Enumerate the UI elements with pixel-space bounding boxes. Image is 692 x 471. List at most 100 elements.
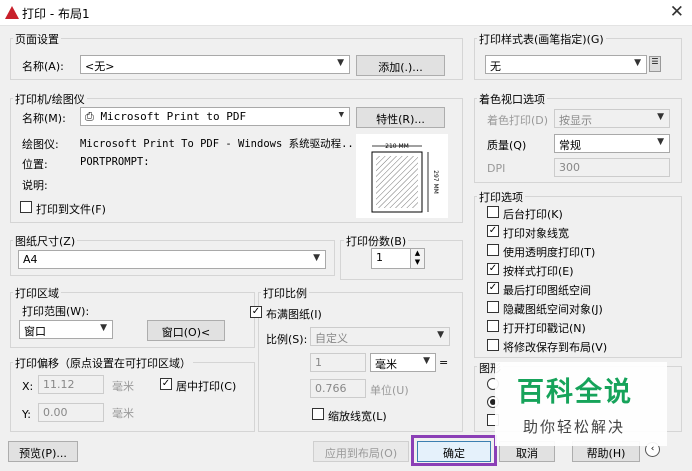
printer-icon: ⎙ bbox=[85, 110, 94, 123]
watermark-overlay: 百科全说 助你轻松解决 bbox=[495, 362, 667, 446]
autocad-app-icon bbox=[5, 6, 19, 19]
printer-name-label: 名称(M): bbox=[22, 112, 66, 125]
plot-option-checkbox[interactable] bbox=[487, 301, 499, 313]
print-range-select[interactable]: 窗口 ▼ bbox=[19, 320, 113, 339]
printer-properties-button[interactable]: 特性(R)... bbox=[356, 107, 445, 128]
plot-option-label: 使用透明度打印(T) bbox=[503, 246, 596, 259]
scale-value2-input[interactable]: 0.766 bbox=[310, 379, 366, 398]
plot-option-label: 打开打印戳记(N) bbox=[503, 322, 586, 335]
plot-option-label: 最后打印图纸空间 bbox=[503, 284, 591, 297]
location-label: 位置: bbox=[22, 158, 48, 171]
scale-lineweights-checkbox[interactable] bbox=[312, 408, 324, 420]
scale-label: 比例(S): bbox=[266, 333, 308, 346]
plot-option-checkbox[interactable] bbox=[487, 320, 499, 332]
print-area-label: 打印区域 bbox=[13, 285, 61, 301]
preview-width-label: 210 MM bbox=[385, 143, 409, 150]
center-plot-checkbox[interactable]: ✓ bbox=[160, 378, 172, 390]
plot-option-checkbox[interactable]: ✓ bbox=[487, 263, 499, 275]
printer-name-select[interactable]: ⎙ Microsoft Print to PDF ▼ bbox=[80, 107, 350, 126]
printer-name-value: Microsoft Print to PDF bbox=[100, 110, 247, 123]
scale-unit2-label: 单位(U) bbox=[370, 384, 409, 397]
close-icon[interactable]: ✕ bbox=[670, 2, 684, 22]
plot-option-label: 打印对象线宽 bbox=[503, 227, 569, 240]
ok-button-highlight bbox=[411, 435, 497, 466]
chevron-down-icon: ▼ bbox=[338, 110, 344, 120]
offset-x-input[interactable]: 11.12 bbox=[38, 375, 104, 394]
plot-style-select[interactable]: 无 ▼ bbox=[485, 55, 647, 74]
print-range-label: 打印范围(W): bbox=[22, 305, 90, 318]
shade-plot-select[interactable]: 按显示 ▼ bbox=[554, 109, 670, 128]
offset-x-unit: 毫米 bbox=[112, 380, 134, 393]
chevron-down-icon: ▼ bbox=[423, 356, 430, 366]
plot-style-value: 无 bbox=[490, 60, 501, 73]
scale-lineweights-label: 缩放线宽(L) bbox=[328, 410, 387, 423]
page-setup-name-select[interactable]: <无> ▼ bbox=[80, 55, 350, 74]
plot-style-label: 打印样式表(画笔指定)(G) bbox=[477, 31, 606, 47]
preview-height-label: 297 MM bbox=[432, 170, 439, 194]
scale-select[interactable]: 自定义 ▼ bbox=[310, 327, 450, 346]
print-to-file-checkbox[interactable] bbox=[20, 201, 32, 213]
chevron-down-icon: ▼ bbox=[337, 58, 344, 68]
preview-button[interactable]: 预览(P)... bbox=[8, 441, 78, 462]
page-setup-label: 页面设置 bbox=[13, 31, 61, 47]
quality-label: 质量(Q) bbox=[487, 139, 527, 152]
chevron-down-icon: ▼ bbox=[100, 323, 107, 333]
dpi-input[interactable]: 300 bbox=[554, 158, 670, 177]
scale-value1-input[interactable]: 1 bbox=[310, 353, 366, 372]
printer-group-label: 打印机/绘图仪 bbox=[13, 91, 87, 107]
print-to-file-label: 打印到文件(F) bbox=[36, 203, 106, 216]
scale-group-label: 打印比例 bbox=[261, 285, 309, 301]
offset-y-label: Y: bbox=[22, 408, 31, 421]
chevron-down-icon: ▼ bbox=[657, 137, 664, 147]
fit-to-paper-label: 布满图纸(I) bbox=[266, 308, 322, 321]
window-title: 打印 - 布局1 bbox=[22, 7, 90, 21]
copies-input[interactable]: 1 bbox=[371, 248, 411, 269]
page-setup-name-value: <无> bbox=[85, 60, 115, 73]
page-setup-name-label: 名称(A): bbox=[22, 60, 64, 73]
chevron-down-icon: ▼ bbox=[657, 112, 664, 122]
description-label: 说明: bbox=[22, 179, 48, 192]
copies-label: 打印份数(B) bbox=[344, 233, 409, 249]
add-page-setup-button[interactable]: 添加(.)... bbox=[356, 55, 445, 76]
offset-y-unit: 毫米 bbox=[112, 407, 134, 420]
paper-preview: 210 MM 297 MM bbox=[356, 134, 448, 218]
offset-y-input[interactable]: 0.00 bbox=[38, 403, 104, 422]
fit-to-paper-checkbox[interactable]: ✓ bbox=[250, 306, 262, 318]
plot-option-checkbox[interactable] bbox=[487, 339, 499, 351]
plot-options-label: 打印选项 bbox=[477, 189, 525, 205]
plot-option-checkbox[interactable]: ✓ bbox=[487, 282, 499, 294]
edit-plot-style-icon[interactable]: ☰ bbox=[649, 56, 661, 72]
plotter-value: Microsoft Print To PDF - Windows 系统驱动程..… bbox=[80, 138, 361, 150]
paper-size-label: 图纸尺寸(Z) bbox=[13, 233, 78, 249]
plot-option-checkbox[interactable]: ✓ bbox=[487, 225, 499, 237]
watermark-title: 百科全说 bbox=[517, 377, 633, 408]
copies-spinner[interactable]: ▲ ▼ bbox=[410, 248, 425, 269]
location-value: PORTPROMPT: bbox=[80, 156, 150, 168]
print-range-value: 窗口 bbox=[24, 325, 46, 338]
plot-option-label: 将修改保存到布局(V) bbox=[503, 341, 608, 354]
paper-preview-graphic: 210 MM 297 MM bbox=[371, 143, 439, 213]
plot-option-label: 后台打印(K) bbox=[503, 208, 563, 221]
apply-to-layout-button[interactable]: 应用到布局(O) bbox=[313, 441, 409, 462]
paper-size-value: A4 bbox=[23, 253, 38, 266]
equals-sign: = bbox=[439, 356, 449, 369]
plot-option-checkbox[interactable] bbox=[487, 206, 499, 218]
plot-option-label: 按样式打印(E) bbox=[503, 265, 574, 278]
shade-plot-value: 按显示 bbox=[559, 114, 592, 127]
window-select-button[interactable]: 窗口(O)< bbox=[147, 320, 225, 341]
quality-select[interactable]: 常规 ▼ bbox=[554, 134, 670, 153]
chevron-down-icon: ▼ bbox=[437, 330, 444, 340]
scale-value: 自定义 bbox=[315, 332, 348, 345]
chevron-down-icon: ▼ bbox=[313, 253, 320, 263]
plotter-label: 绘图仪: bbox=[22, 138, 59, 151]
shade-plot-label: 着色打印(D) bbox=[487, 114, 549, 127]
shaded-viewport-label: 着色视口选项 bbox=[477, 91, 547, 107]
paper-size-select[interactable]: A4 ▼ bbox=[18, 250, 326, 269]
plot-option-checkbox[interactable] bbox=[487, 244, 499, 256]
plot-option-label: 隐藏图纸空间对象(J) bbox=[503, 303, 603, 316]
offset-x-label: X: bbox=[22, 380, 34, 393]
scale-unit-select[interactable]: 毫米 ▼ bbox=[370, 353, 436, 372]
title-bar: 打印 - 布局1 ✕ bbox=[0, 0, 692, 26]
watermark-subtitle: 助你轻松解决 bbox=[523, 418, 626, 436]
offset-label: 打印偏移（原点设置在可打印区域） bbox=[13, 355, 193, 371]
